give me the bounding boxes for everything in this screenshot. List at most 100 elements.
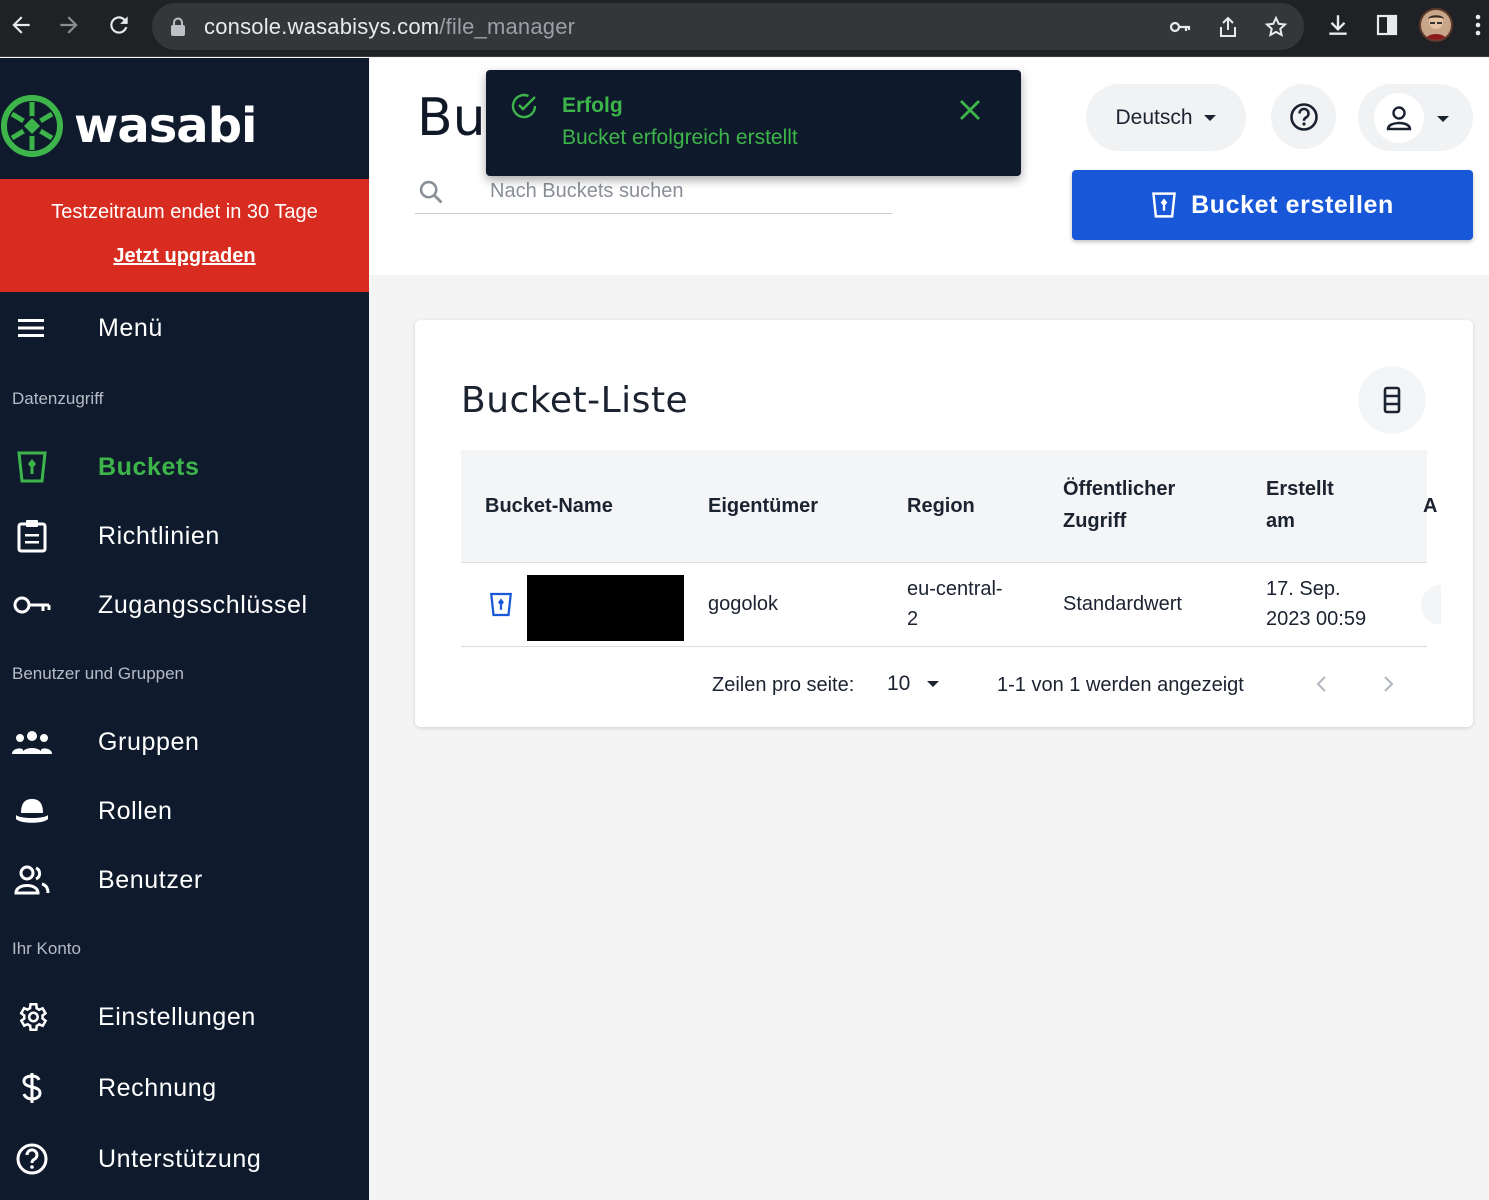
forward-button[interactable] xyxy=(52,8,86,42)
check-circle-icon xyxy=(510,92,538,125)
hat-icon xyxy=(12,791,52,831)
users-icon xyxy=(12,860,52,900)
upgrade-link[interactable]: Jetzt upgraden xyxy=(0,245,369,268)
reload-button[interactable] xyxy=(102,8,136,42)
language-value: Deutsch xyxy=(1115,105,1193,129)
rows-per-page-select[interactable]: 10 xyxy=(887,672,940,696)
help-icon xyxy=(1289,102,1318,131)
sidebar-item-label: Buckets xyxy=(98,452,200,481)
rows-per-page-label: Zeilen pro seite: xyxy=(712,674,855,696)
rows-per-page-value: 10 xyxy=(887,672,911,695)
profile-avatar[interactable] xyxy=(1419,8,1453,42)
column-header-public-access[interactable]: Öffentlicher Zugriff xyxy=(1063,473,1175,537)
next-page-button[interactable] xyxy=(1375,670,1403,698)
bucket-icon xyxy=(12,447,52,487)
chevron-left-icon xyxy=(1316,676,1326,692)
bucket-icon xyxy=(1152,192,1177,218)
menu-toggle[interactable]: Menü xyxy=(0,300,369,356)
gear-icon xyxy=(12,997,52,1037)
cell-owner: gogolok xyxy=(708,593,779,615)
columns-icon xyxy=(1383,386,1401,414)
lock-icon xyxy=(170,17,186,42)
sidebar-item-label: Benutzer xyxy=(98,865,203,894)
cell-created: 17. Sep. 2023 00:59 xyxy=(1266,578,1367,630)
close-icon[interactable] xyxy=(952,92,988,128)
redacted-bucket-name[interactable] xyxy=(527,575,684,641)
previous-page-button[interactable] xyxy=(1307,670,1335,698)
column-header-region[interactable]: Region xyxy=(907,490,975,522)
dollar-icon xyxy=(12,1068,52,1108)
pagination-count: 1-1 von 1 werden angezeigt xyxy=(997,674,1244,696)
groups-icon xyxy=(12,722,52,762)
section-users-groups: Benutzer und Gruppen xyxy=(12,664,185,683)
sidebar-item-label: Rechnung xyxy=(98,1073,217,1102)
sidebar-item-label: Einstellungen xyxy=(98,1002,256,1031)
table-header: Bucket-Name Eigentümer Region Öffentlich… xyxy=(461,450,1437,563)
create-bucket-label: Bucket erstellen xyxy=(1191,190,1394,219)
sidebar-item-billing[interactable]: Rechnung xyxy=(0,1060,369,1116)
language-selector[interactable]: Deutsch xyxy=(1086,84,1246,151)
url-text: console.wasabisys.com/file_manager xyxy=(204,14,576,39)
success-toast: Erfolg Bucket erfolgreich erstellt xyxy=(486,70,1021,176)
browser-toolbar: console.wasabisys.com/file_manager xyxy=(0,0,1489,57)
chevron-right-icon xyxy=(1384,676,1394,692)
search-icon xyxy=(417,178,445,211)
star-icon[interactable] xyxy=(1262,13,1290,41)
sidebar-item-label: Gruppen xyxy=(98,727,200,756)
column-header-truncated[interactable]: A xyxy=(1423,490,1437,522)
section-your-account: Ihr Konto xyxy=(12,939,81,958)
column-header-bucket-name[interactable]: Bucket-Name xyxy=(485,490,613,522)
caret-down-icon xyxy=(1203,114,1216,121)
sidebar-item-groups[interactable]: Gruppen xyxy=(0,714,369,770)
sidebar: wasabi Testzeitraum endet in 30 Tage Jet… xyxy=(0,58,369,1200)
download-icon[interactable] xyxy=(1322,9,1354,41)
key-icon[interactable] xyxy=(1166,13,1194,41)
wasabi-logo-icon xyxy=(1,95,63,157)
user-menu-button[interactable] xyxy=(1358,84,1473,151)
cell-public-access: Standardwert xyxy=(1063,593,1182,615)
table-row[interactable]: gogolok eu-central- 2 Standardwert 17. Se… xyxy=(461,563,1441,647)
caret-down-icon xyxy=(927,681,940,687)
sidebar-item-roles[interactable]: Rollen xyxy=(0,783,369,839)
bucket-list-card: Bucket-Liste Bucket-Name Eigentümer Regi… xyxy=(415,320,1473,727)
column-header-owner[interactable]: Eigentümer xyxy=(708,490,818,522)
bucket-list-title: Bucket-Liste xyxy=(461,380,689,421)
share-icon[interactable] xyxy=(1214,13,1242,41)
row-action-button[interactable] xyxy=(1421,585,1441,625)
side-panel-icon[interactable] xyxy=(1371,9,1403,41)
help-button[interactable] xyxy=(1271,84,1336,149)
reload-icon xyxy=(110,16,128,34)
clipboard-icon xyxy=(12,516,52,556)
hamburger-icon xyxy=(12,308,52,348)
create-bucket-button[interactable]: Bucket erstellen xyxy=(1072,170,1473,240)
sidebar-item-access-keys[interactable]: Zugangsschlüssel xyxy=(0,577,369,633)
sidebar-item-users[interactable]: Benutzer xyxy=(0,852,369,908)
menu-label: Menü xyxy=(98,313,163,342)
back-button[interactable] xyxy=(4,8,38,42)
sidebar-item-policies[interactable]: Richtlinien xyxy=(0,508,369,564)
sidebar-item-label: Unterstützung xyxy=(98,1144,262,1173)
search-bar[interactable] xyxy=(415,170,892,214)
caret-down-icon xyxy=(1436,110,1450,128)
user-icon xyxy=(1374,93,1424,143)
arrow-left-icon xyxy=(12,16,30,34)
logo-text: wasabi xyxy=(74,98,258,154)
wasabi-logo[interactable]: wasabi xyxy=(0,94,258,158)
column-settings-button[interactable] xyxy=(1358,366,1426,434)
help-icon xyxy=(12,1139,52,1179)
sidebar-item-label: Richtlinien xyxy=(98,521,220,550)
column-header-created[interactable]: Erstellt am xyxy=(1266,473,1334,537)
bucket-icon xyxy=(489,591,513,623)
sidebar-item-settings[interactable]: Einstellungen xyxy=(0,989,369,1045)
more-menu-icon[interactable] xyxy=(1468,9,1488,41)
toast-title: Erfolg xyxy=(562,94,623,117)
address-bar[interactable]: console.wasabisys.com/file_manager xyxy=(152,3,1304,50)
trial-message: Testzeitraum endet in 30 Tage xyxy=(51,201,318,223)
pagination: Zeilen pro seite: 10 1-1 von 1 werden an… xyxy=(461,660,1427,710)
search-input[interactable] xyxy=(490,176,880,206)
toast-message: Bucket erfolgreich erstellt xyxy=(562,126,798,149)
sidebar-item-support[interactable]: Unterstützung xyxy=(0,1131,369,1187)
arrow-right-icon xyxy=(60,16,78,34)
sidebar-item-buckets[interactable]: Buckets xyxy=(0,439,369,495)
trial-banner: Testzeitraum endet in 30 Tage Jetzt upgr… xyxy=(0,179,369,292)
